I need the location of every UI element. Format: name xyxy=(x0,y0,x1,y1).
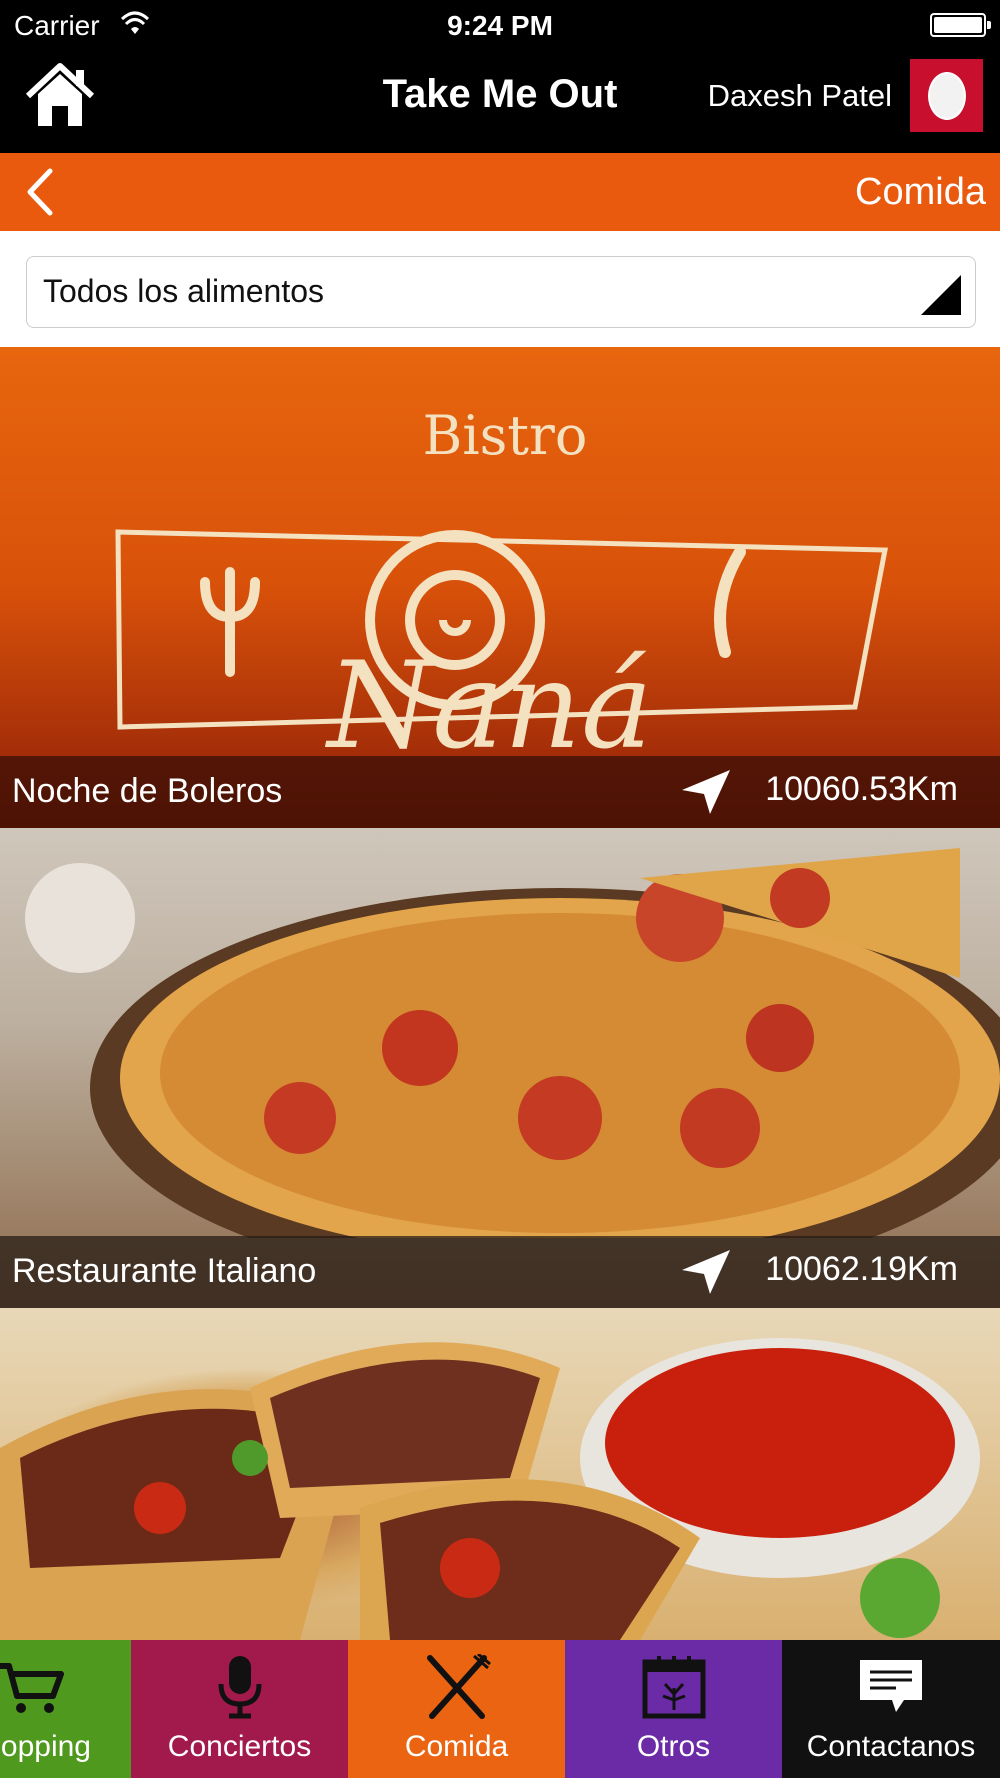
calendar-fireworks-icon xyxy=(642,1656,705,1719)
location-arrow-icon xyxy=(682,1250,730,1294)
status-time: 9:24 PM xyxy=(447,10,553,41)
message-icon xyxy=(860,1660,922,1712)
tab-contactanos[interactable]: Contactanos xyxy=(782,1640,1000,1778)
logo-text-top: Bistro xyxy=(423,404,588,467)
restaurant-card[interactable]: Bistro Naná Noche de Boleros 10060.53Km xyxy=(0,347,1000,828)
bistro-nana-logo: Bistro Naná xyxy=(115,404,889,752)
tab-label: Comida xyxy=(404,1730,509,1763)
food-filter-dropdown[interactable]: Todos los alimentos xyxy=(26,256,976,328)
app-title: Take Me Out xyxy=(382,72,618,116)
cart-icon xyxy=(0,1663,64,1713)
bottom-tab-bar: opping Conciertos Comida Otros Contactan… xyxy=(0,1640,1000,1778)
pizza-photo xyxy=(25,848,1000,1238)
tab-label: Conciertos xyxy=(167,1730,312,1763)
tacos-photo xyxy=(0,1338,980,1640)
tab-label: opping xyxy=(0,1730,91,1763)
fork-knife-icon xyxy=(426,1654,491,1719)
avatar-egg-icon xyxy=(927,71,966,120)
card-title: Noche de Boleros xyxy=(12,772,283,810)
tab-comida[interactable]: Comida xyxy=(348,1640,565,1778)
location-arrow-icon xyxy=(682,770,730,814)
restaurant-card[interactable]: Restaurante Italiano 10062.19Km xyxy=(0,828,1000,1308)
user-name[interactable]: Daxesh Patel xyxy=(708,78,892,114)
filter-selected-value: Todos los alimentos xyxy=(43,273,325,309)
tab-shopping[interactable]: opping xyxy=(0,1640,131,1778)
back-chevron-icon[interactable] xyxy=(18,167,68,217)
logo-text-bottom: Naná xyxy=(324,637,652,752)
home-icon[interactable] xyxy=(24,60,96,130)
card-distance: 10062.19Km xyxy=(765,1250,958,1288)
tab-otros[interactable]: Otros xyxy=(565,1640,782,1778)
tab-label: Otros xyxy=(636,1730,711,1763)
dropdown-triangle-icon xyxy=(921,275,961,315)
section-bar: Comida xyxy=(0,153,1000,231)
tab-label: Contactanos xyxy=(806,1730,976,1763)
top-bar: Carrier 9:24 PM Take Me Out Daxesh Patel xyxy=(0,0,1000,153)
status-bar: Carrier 9:24 PM xyxy=(0,0,1000,50)
restaurant-card[interactable] xyxy=(0,1308,1000,1640)
avatar[interactable] xyxy=(910,59,983,132)
card-caption: Noche de Boleros 10060.53Km xyxy=(0,756,1000,828)
card-caption: Restaurante Italiano 10062.19Km xyxy=(0,1236,1000,1308)
section-title: Comida xyxy=(855,171,986,213)
battery-icon xyxy=(930,13,991,37)
microphone-icon xyxy=(218,1656,261,1719)
tab-conciertos[interactable]: Conciertos xyxy=(131,1640,348,1778)
card-title: Restaurante Italiano xyxy=(12,1252,317,1290)
card-distance: 10060.53Km xyxy=(765,770,958,808)
